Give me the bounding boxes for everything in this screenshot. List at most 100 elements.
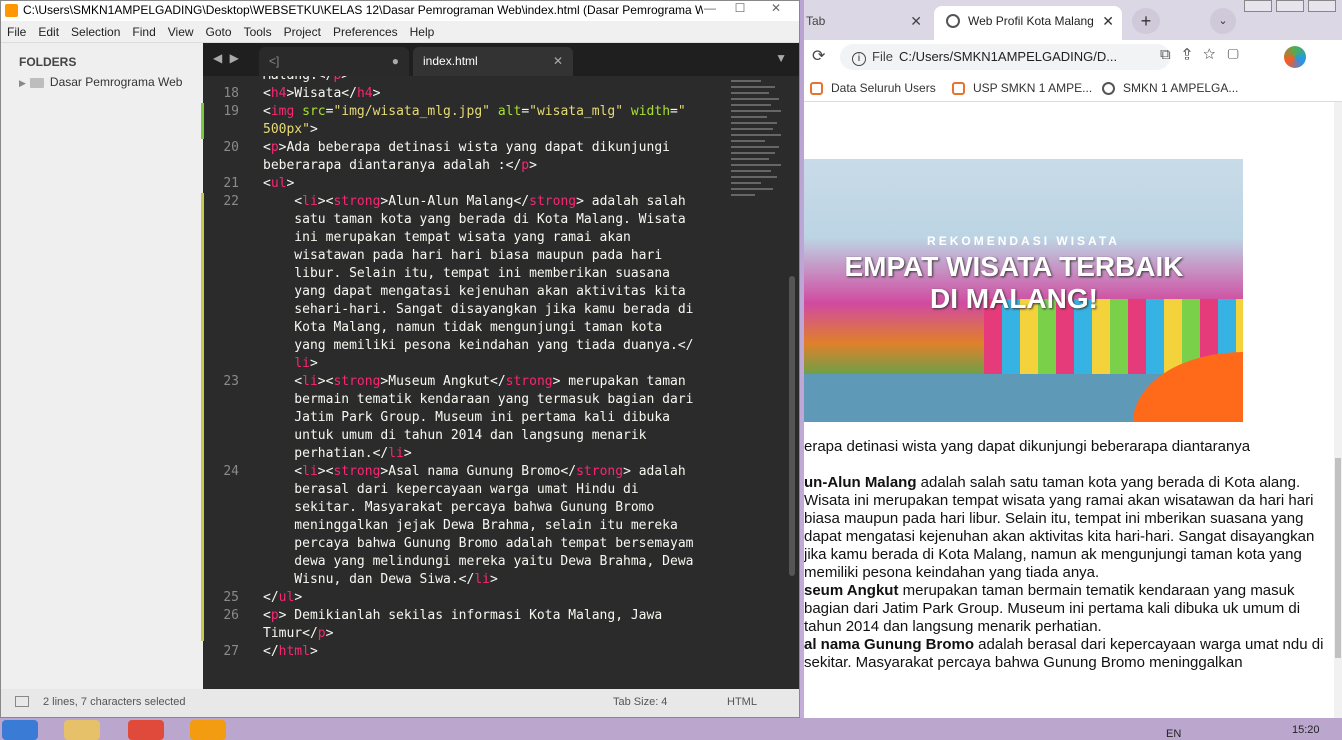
minimize-button[interactable] bbox=[1244, 0, 1272, 12]
bookmark-item[interactable]: Data Seluruh Users bbox=[810, 74, 936, 102]
minimap-line bbox=[731, 128, 773, 130]
code-line: berasal dari kepercayaan warga umat Hind… bbox=[263, 482, 639, 497]
close-tab-icon[interactable]: ✕ bbox=[910, 6, 922, 36]
reload-icon[interactable]: ⟳ bbox=[812, 46, 825, 66]
syntax-indicator[interactable]: HTML bbox=[727, 689, 757, 715]
close-tab-icon[interactable]: ✕ bbox=[553, 47, 563, 76]
menu-edit[interactable]: Edit bbox=[32, 21, 65, 43]
page-scrollbar[interactable] bbox=[1334, 102, 1342, 718]
editor-tab-bar: ◀ ▶ <] ● index.html ✕ ▼ bbox=[203, 43, 799, 76]
line-number: 26 bbox=[223, 608, 239, 623]
folder-label: Dasar Pemrograma Web bbox=[49, 75, 183, 89]
expand-arrow-icon[interactable]: ▶ bbox=[19, 78, 26, 88]
menu-file[interactable]: File bbox=[1, 21, 32, 43]
minimap-line bbox=[731, 86, 775, 88]
modified-dot-icon[interactable]: ● bbox=[392, 47, 399, 76]
minimap-line bbox=[731, 152, 775, 154]
tab-search-button[interactable]: ⌄ bbox=[1210, 8, 1236, 34]
tab-title: Web Profil Kota Malang bbox=[968, 14, 1094, 28]
window-title: C:\Users\SMKN1AMPELGADING\Desktop\WEBSET… bbox=[23, 3, 703, 17]
file-explorer-icon[interactable] bbox=[64, 720, 100, 740]
list-item: seum Angkut merupakan taman bermain tema… bbox=[804, 582, 1324, 636]
maximize-button[interactable]: ☐ bbox=[725, 1, 755, 19]
menu-find[interactable]: Find bbox=[126, 21, 161, 43]
menu-goto[interactable]: Goto bbox=[200, 21, 238, 43]
language-indicator[interactable]: EN bbox=[1166, 728, 1181, 740]
minimap-line bbox=[731, 158, 769, 160]
menu-tools[interactable]: Tools bbox=[238, 21, 278, 43]
bookmark-item[interactable]: SMKN 1 AMPELGA... bbox=[1102, 74, 1238, 102]
close-tab-icon[interactable]: ✕ bbox=[1102, 6, 1114, 36]
clock[interactable]: 15:20 bbox=[1292, 724, 1320, 736]
menu-preferences[interactable]: Preferences bbox=[327, 21, 404, 43]
tab-list-dropdown-icon[interactable]: ▼ bbox=[775, 51, 787, 65]
intro-paragraph: erapa detinasi wista yang dapat dikunjun… bbox=[804, 438, 1251, 455]
list-item-title: seum Angkut bbox=[804, 582, 899, 599]
menu-help[interactable]: Help bbox=[404, 21, 441, 43]
start-button[interactable] bbox=[2, 720, 38, 740]
editor-scrollbar[interactable] bbox=[787, 76, 797, 689]
close-button[interactable]: ✕ bbox=[761, 1, 791, 19]
minimap-line bbox=[731, 146, 779, 148]
bookmark-label: Data Seluruh Users bbox=[831, 81, 936, 95]
code-line: dewa yang melindungi mereka yaitu Dewa B… bbox=[263, 554, 694, 569]
minimap-line bbox=[731, 110, 781, 112]
bookmark-item[interactable]: USP SMKN 1 AMPE... bbox=[952, 74, 1092, 102]
minimap[interactable] bbox=[729, 76, 785, 206]
code-line: 500px"> bbox=[263, 122, 318, 137]
modified-line-marker bbox=[201, 193, 204, 641]
article-text: erapa detinasi wista yang dapat dikunjun… bbox=[804, 438, 1324, 672]
scrollbar-thumb[interactable] bbox=[789, 276, 795, 576]
address-bar[interactable]: i File C:/Users/SMKN1AMPELGADING/D... bbox=[840, 44, 1170, 70]
tab-previous[interactable]: <] ● bbox=[259, 47, 409, 76]
code-line: yang memiliki pesona keindahan yang tiad… bbox=[263, 338, 694, 353]
maximize-button[interactable] bbox=[1276, 0, 1304, 12]
wisata-banner-image: REKOMENDASI WISATA EMPAT WISATA TERBAIK D… bbox=[804, 159, 1243, 422]
code-line: <li><strong>Alun-Alun Malang</strong> ad… bbox=[263, 194, 686, 209]
list-item-title: un-Alun Malang bbox=[804, 474, 917, 491]
close-button[interactable] bbox=[1308, 0, 1336, 12]
menu-project[interactable]: Project bbox=[278, 21, 327, 43]
chrome-tab-active[interactable]: Web Profil Kota Malang ✕ bbox=[934, 6, 1122, 40]
line-number: 22 bbox=[223, 194, 239, 209]
bookmarks-bar: Data Seluruh Users USP SMKN 1 AMPE... SM… bbox=[804, 74, 1342, 102]
info-icon[interactable]: i bbox=[852, 52, 866, 66]
page-content: REKOMENDASI WISATA EMPAT WISATA TERBAIK D… bbox=[804, 102, 1334, 718]
profile-avatar[interactable] bbox=[1284, 46, 1306, 68]
code-line: <li><strong>Museum Angkut</strong> merup… bbox=[263, 374, 686, 389]
tab-size-indicator[interactable]: Tab Size: 4 bbox=[613, 689, 667, 715]
minimap-line bbox=[731, 140, 765, 142]
tab-label: <] bbox=[269, 54, 280, 68]
toolbar-icons[interactable]: ⧉⇪☆▢ bbox=[1160, 46, 1251, 63]
minimap-line bbox=[731, 176, 777, 178]
line-number: 20 bbox=[223, 140, 239, 155]
new-tab-button[interactable]: + bbox=[1132, 8, 1160, 34]
chrome-tab-other[interactable]: Tab ✕ bbox=[804, 6, 932, 40]
sidebar-folder-item[interactable]: ▶ Dasar Pemrograma Web bbox=[19, 75, 182, 89]
status-bar: 2 lines, 7 characters selected Tab Size:… bbox=[1, 689, 799, 717]
list-item: un-Alun Malang adalah salah satu taman k… bbox=[804, 474, 1324, 582]
scheme-label: File bbox=[872, 49, 893, 64]
sublime-taskbar-icon[interactable] bbox=[190, 720, 226, 740]
tab-index-html[interactable]: index.html ✕ bbox=[413, 47, 573, 76]
scrollbar-thumb[interactable] bbox=[1335, 458, 1341, 658]
menu-view[interactable]: View bbox=[162, 21, 200, 43]
code-line: perhatian.</li> bbox=[263, 446, 412, 461]
selection-status: 2 lines, 7 characters selected bbox=[43, 696, 186, 708]
tab-nav-arrows[interactable]: ◀ ▶ bbox=[213, 51, 241, 65]
minimap-line bbox=[731, 122, 777, 124]
list-item-title: al nama Gunung Bromo bbox=[804, 636, 975, 653]
code-line: beberarapa diantaranya adalah :</p> bbox=[263, 158, 537, 173]
sublime-app-icon bbox=[5, 4, 18, 17]
code-line: yang dapat mengatasi kejenuhan akan akti… bbox=[263, 284, 686, 299]
panel-toggle-icon[interactable] bbox=[15, 696, 29, 707]
minimap-line bbox=[731, 116, 767, 118]
chrome-taskbar-icon[interactable] bbox=[128, 720, 164, 740]
url-text[interactable]: C:/Users/SMKN1AMPELGADING/D... bbox=[899, 49, 1117, 64]
minimize-button[interactable]: — bbox=[695, 1, 725, 19]
code-editor[interactable]: Malang.</p> <h4>Wisata</h4> <img src="im… bbox=[255, 76, 725, 689]
code-line: <h4>Wisata</h4> bbox=[263, 86, 381, 101]
folder-sidebar: FOLDERS ▶ Dasar Pemrograma Web bbox=[1, 43, 203, 689]
code-line: percaya bahwa Gunung Bromo adalah tempat… bbox=[263, 536, 694, 551]
menu-selection[interactable]: Selection bbox=[65, 21, 126, 43]
